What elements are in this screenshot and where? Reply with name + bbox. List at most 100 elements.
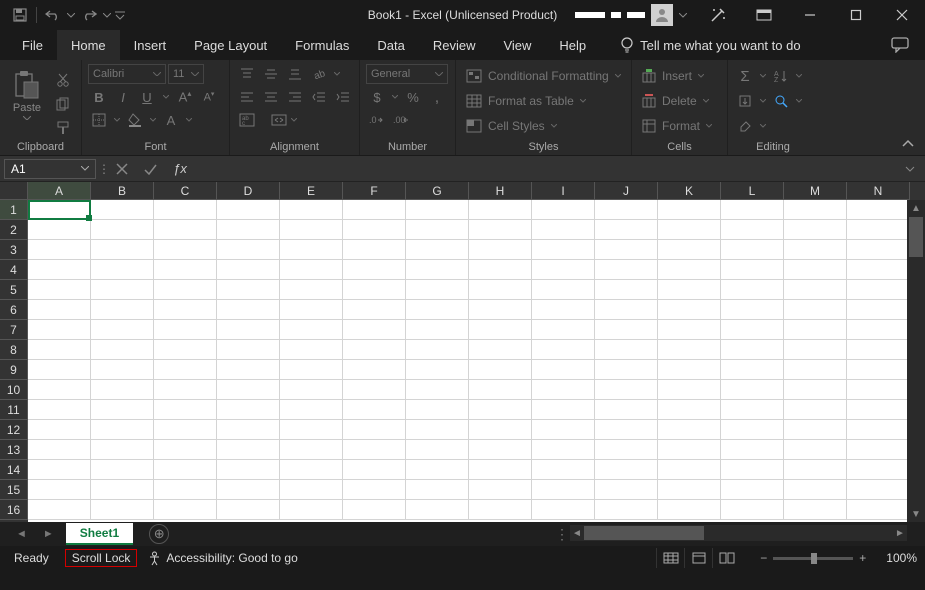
- increase-decimal-button[interactable]: .0: [366, 110, 388, 130]
- comma-format-button[interactable]: ,: [426, 87, 448, 107]
- column-header[interactable]: J: [595, 182, 658, 200]
- cell[interactable]: [595, 360, 658, 380]
- cell[interactable]: [280, 360, 343, 380]
- cell[interactable]: [532, 340, 595, 360]
- cell[interactable]: [154, 440, 217, 460]
- cell[interactable]: [28, 300, 91, 320]
- cell[interactable]: [280, 300, 343, 320]
- cell[interactable]: [532, 240, 595, 260]
- cell[interactable]: [658, 400, 721, 420]
- cell[interactable]: [91, 480, 154, 500]
- cell[interactable]: [658, 260, 721, 280]
- cell[interactable]: [406, 220, 469, 240]
- cell[interactable]: [28, 240, 91, 260]
- cell[interactable]: [217, 380, 280, 400]
- cell[interactable]: [784, 380, 847, 400]
- collapse-ribbon-button[interactable]: [901, 139, 915, 149]
- cell[interactable]: [721, 240, 784, 260]
- align-middle-button[interactable]: [260, 64, 282, 84]
- cell[interactable]: [28, 460, 91, 480]
- cell[interactable]: [784, 240, 847, 260]
- row-header[interactable]: 15: [0, 480, 28, 500]
- cell[interactable]: [217, 280, 280, 300]
- column-header[interactable]: E: [280, 182, 343, 200]
- cell[interactable]: [343, 500, 406, 520]
- cell[interactable]: [784, 320, 847, 340]
- save-button[interactable]: [8, 3, 32, 27]
- slider-thumb[interactable]: [811, 553, 817, 564]
- cell[interactable]: [406, 460, 469, 480]
- column-header[interactable]: D: [217, 182, 280, 200]
- accounting-dropdown[interactable]: [390, 87, 400, 107]
- cell[interactable]: [847, 320, 910, 340]
- cell[interactable]: [343, 480, 406, 500]
- cell[interactable]: [154, 220, 217, 240]
- cell[interactable]: [406, 440, 469, 460]
- column-header[interactable]: K: [658, 182, 721, 200]
- cell[interactable]: [280, 280, 343, 300]
- cell[interactable]: [784, 500, 847, 520]
- cell[interactable]: [469, 200, 532, 220]
- cell[interactable]: [406, 300, 469, 320]
- italic-button[interactable]: I: [112, 87, 134, 107]
- cell[interactable]: [847, 360, 910, 380]
- cell[interactable]: [91, 420, 154, 440]
- sort-filter-dropdown[interactable]: [794, 66, 804, 86]
- cell[interactable]: [280, 460, 343, 480]
- cell[interactable]: [91, 500, 154, 520]
- undo-dropdown[interactable]: [65, 3, 77, 27]
- cell[interactable]: [217, 500, 280, 520]
- cell[interactable]: [784, 260, 847, 280]
- cell[interactable]: [658, 480, 721, 500]
- cell[interactable]: [532, 320, 595, 340]
- scroll-up-arrow[interactable]: ▲: [907, 200, 925, 216]
- cell[interactable]: [658, 360, 721, 380]
- cell[interactable]: [532, 420, 595, 440]
- column-header[interactable]: C: [154, 182, 217, 200]
- cell[interactable]: [406, 420, 469, 440]
- cancel-formula-button[interactable]: [108, 157, 136, 181]
- align-center-button[interactable]: [260, 87, 282, 107]
- cell[interactable]: [91, 380, 154, 400]
- cell[interactable]: [280, 420, 343, 440]
- magic-button[interactable]: [695, 0, 741, 30]
- find-select-button[interactable]: [770, 91, 792, 111]
- cell[interactable]: [469, 480, 532, 500]
- comments-button[interactable]: [891, 30, 909, 60]
- cell[interactable]: [721, 420, 784, 440]
- cell[interactable]: [658, 280, 721, 300]
- cell[interactable]: [28, 380, 91, 400]
- cell[interactable]: [658, 200, 721, 220]
- tab-formulas[interactable]: Formulas: [281, 30, 363, 60]
- row-header[interactable]: 6: [0, 300, 28, 320]
- cell[interactable]: [784, 440, 847, 460]
- cell[interactable]: [847, 400, 910, 420]
- cell[interactable]: [217, 220, 280, 240]
- user-account[interactable]: [575, 4, 687, 26]
- cell[interactable]: [469, 280, 532, 300]
- merge-center-button[interactable]: [260, 110, 308, 130]
- tab-insert[interactable]: Insert: [120, 30, 181, 60]
- cell[interactable]: [469, 500, 532, 520]
- fill-dropdown[interactable]: [758, 91, 768, 111]
- cell[interactable]: [469, 360, 532, 380]
- align-left-button[interactable]: [236, 87, 258, 107]
- cell[interactable]: [91, 440, 154, 460]
- row-header[interactable]: 10: [0, 380, 28, 400]
- horizontal-scrollbar[interactable]: ◄ ►: [570, 525, 907, 541]
- cell[interactable]: [847, 460, 910, 480]
- row-header[interactable]: 2: [0, 220, 28, 240]
- cell[interactable]: [91, 400, 154, 420]
- cell[interactable]: [280, 220, 343, 240]
- cell[interactable]: [595, 340, 658, 360]
- cell[interactable]: [784, 400, 847, 420]
- cell[interactable]: [91, 360, 154, 380]
- cell[interactable]: [595, 380, 658, 400]
- cell[interactable]: [154, 280, 217, 300]
- column-header[interactable]: M: [784, 182, 847, 200]
- tab-review[interactable]: Review: [419, 30, 490, 60]
- cell[interactable]: [280, 500, 343, 520]
- zoom-in-button[interactable]: +: [859, 551, 866, 565]
- cell[interactable]: [28, 260, 91, 280]
- cell[interactable]: [91, 260, 154, 280]
